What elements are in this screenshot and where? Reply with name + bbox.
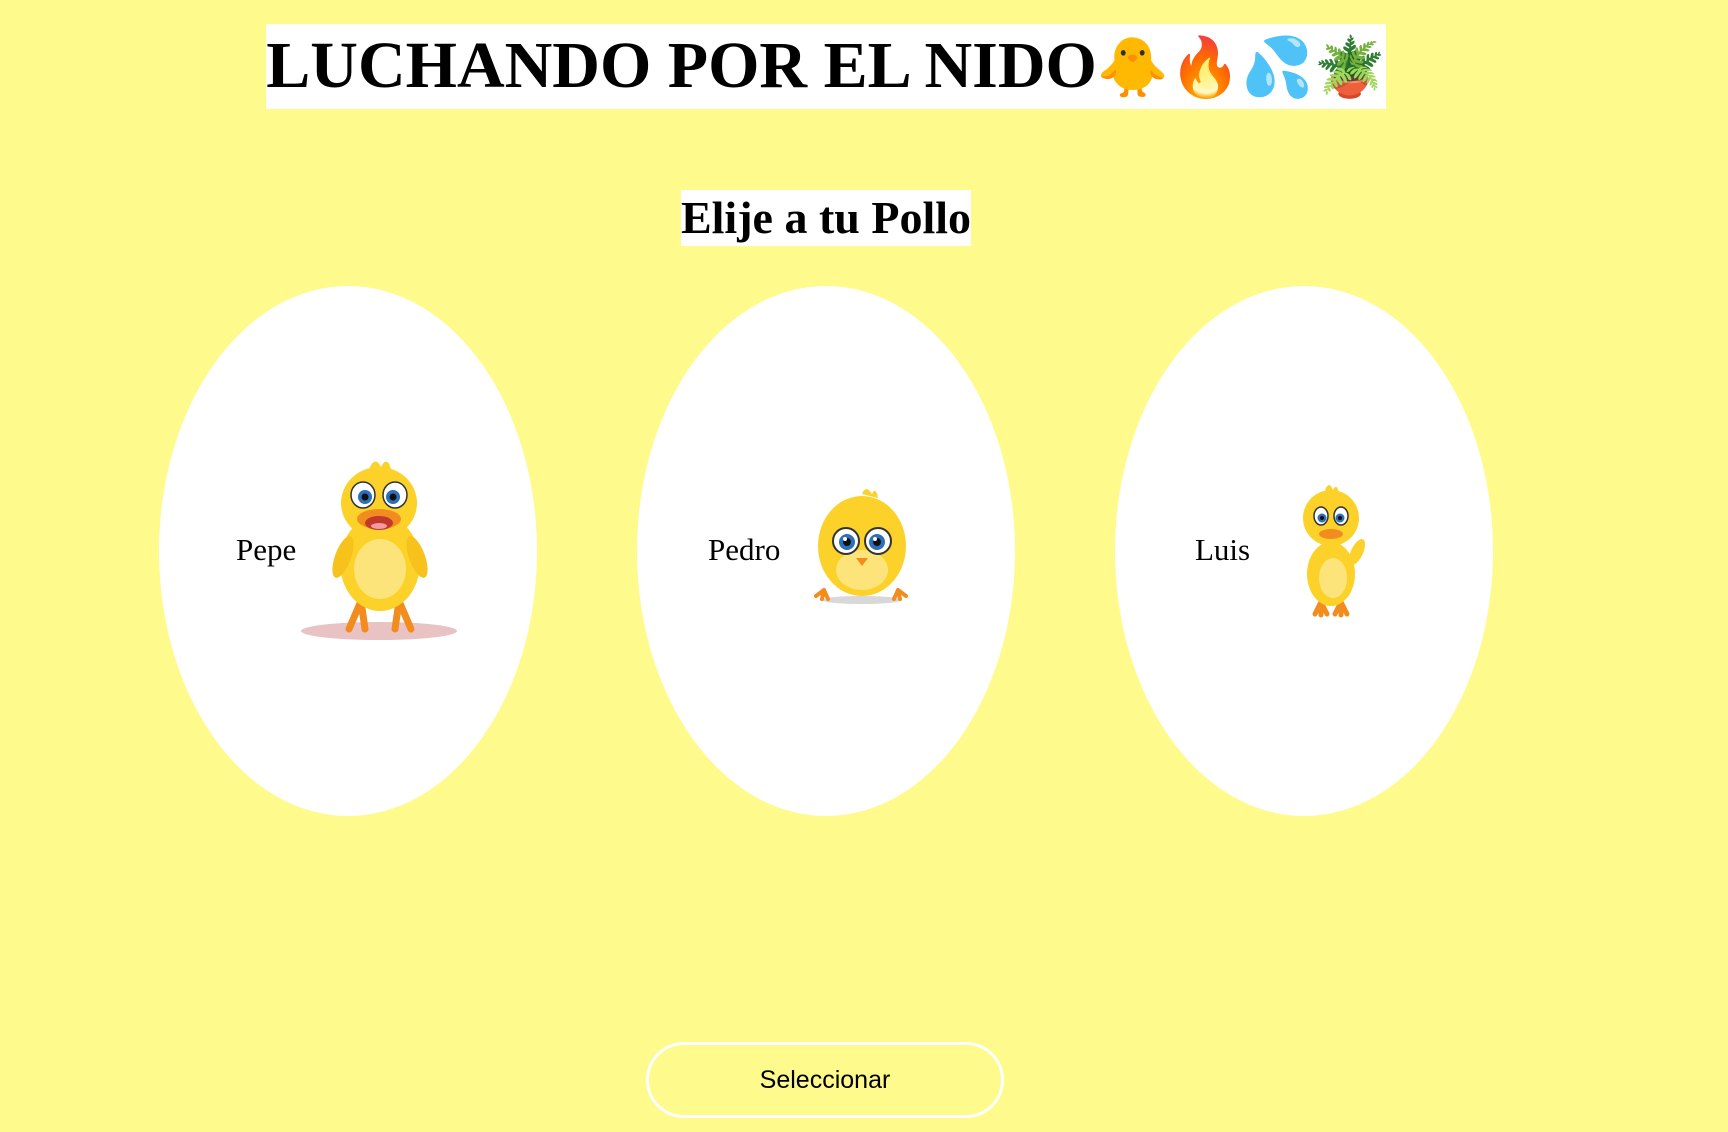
chick-option-luis[interactable]: Luis [1115,286,1493,816]
page-subtitle: Elije a tu Pollo [680,190,972,246]
chick-sitting-icon [814,489,908,604]
chick-name-label: Pepe [236,532,297,567]
page-title: LUCHANDO POR EL NIDO🐥🔥💦🪴 [266,24,1386,109]
duckling-waving-icon [1303,485,1366,618]
subtitle-container: Elije a tu Pollo [0,190,1652,246]
chick-name-label: Luis [1195,532,1251,567]
title-text: LUCHANDO POR EL NIDO [266,29,1097,102]
chick-name-label: Pedro [708,532,781,567]
duck-standing-icon [301,461,457,640]
title-emoji-icons: 🐥🔥💦🪴 [1096,33,1386,101]
chick-option-pedro[interactable]: Pedro [637,286,1015,816]
title-container: LUCHANDO POR EL NIDO🐥🔥💦🪴 [0,24,1652,109]
chick-option-pepe[interactable]: Pepe [159,286,537,816]
select-button[interactable]: Seleccionar [646,1042,1004,1118]
